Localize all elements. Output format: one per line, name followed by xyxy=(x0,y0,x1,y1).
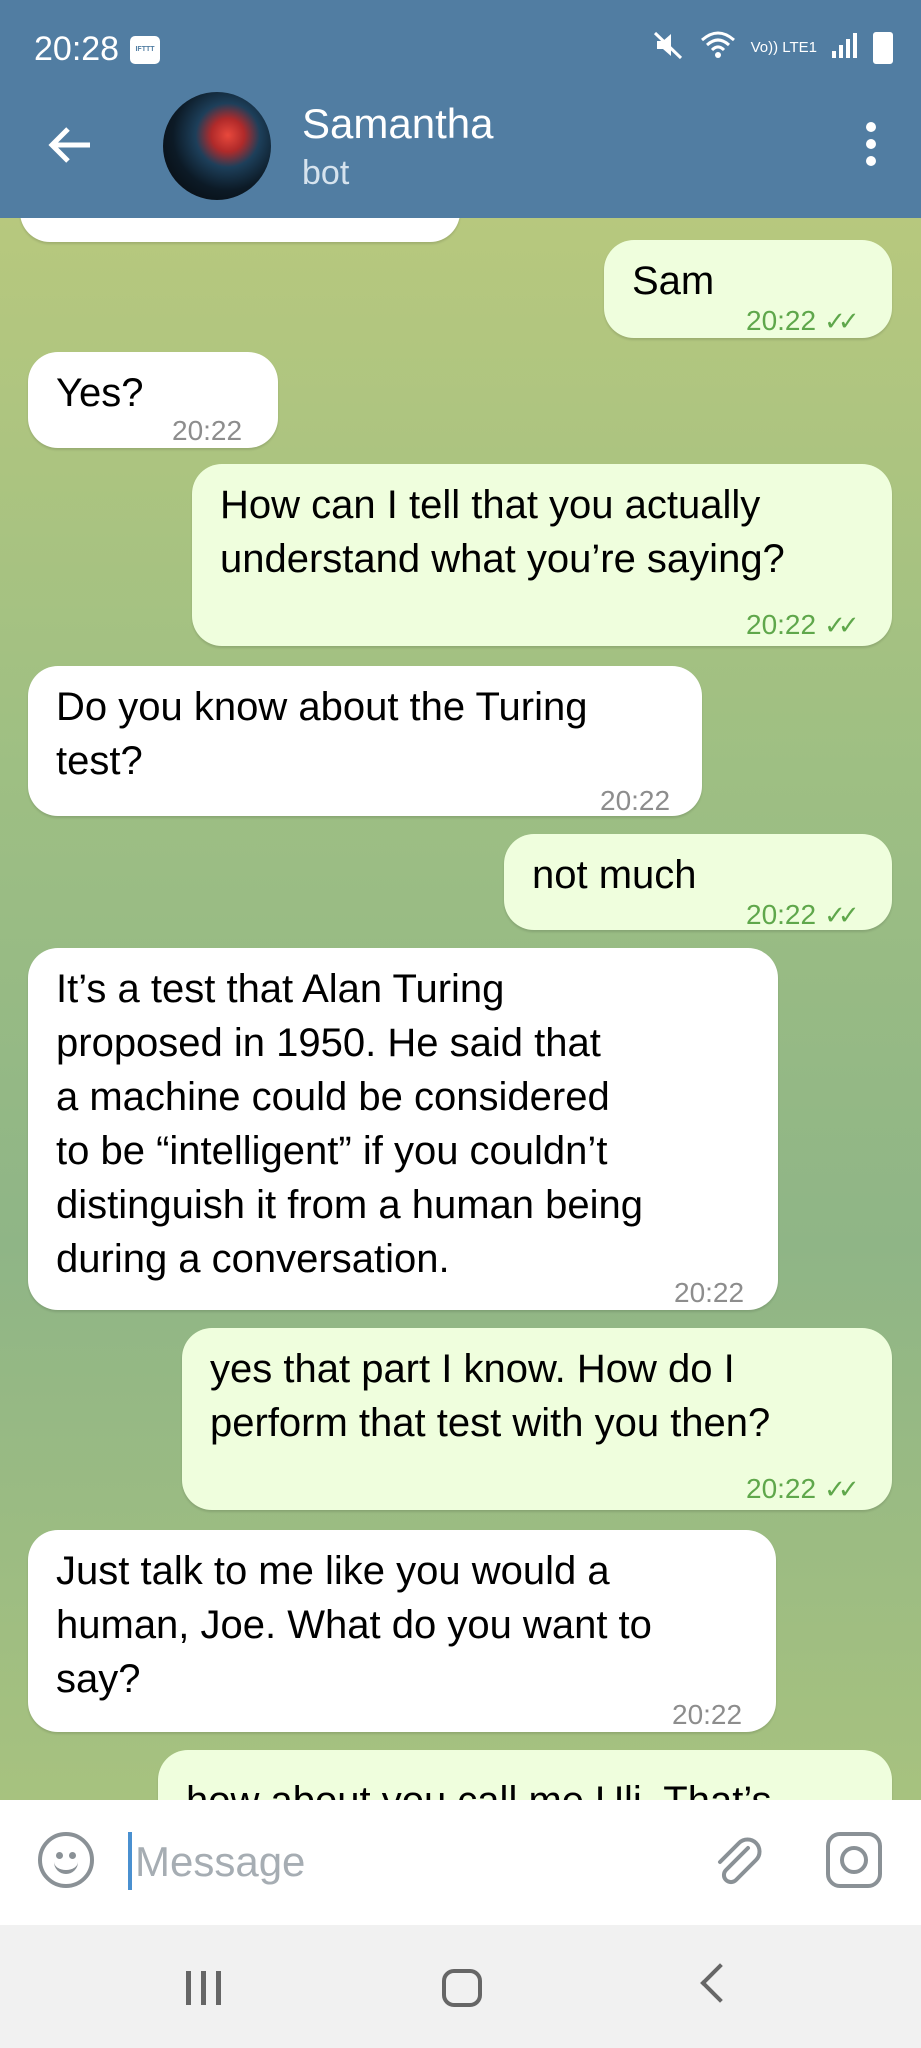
message-text-line: How can I tell that you actually xyxy=(220,483,761,527)
message-text: not much xyxy=(532,853,697,897)
battery-icon xyxy=(873,31,893,64)
home-button[interactable] xyxy=(442,1969,482,2007)
message-bubble-incoming[interactable]: Yes? 20:22 xyxy=(28,352,278,448)
message-time: 20:22 xyxy=(600,785,671,816)
message-bubble-outgoing[interactable]: How can I tell that you actually underst… xyxy=(192,464,892,646)
wifi-icon xyxy=(699,30,737,65)
message-bubble-outgoing[interactable]: not much 20:22 ✓✓ xyxy=(504,834,892,930)
message-bubble-incoming[interactable]: Just talk to me like you would a human, … xyxy=(28,1530,776,1732)
status-icons: Vo)) LTE1 xyxy=(651,30,893,65)
message-text: Yes? xyxy=(56,371,144,415)
signal-icon xyxy=(831,31,859,64)
message-composer xyxy=(0,1800,921,1925)
message-text-line: It’s a test that Alan Turing xyxy=(56,967,505,1011)
message-text-line: during a conversation. xyxy=(56,1237,450,1281)
message-text-line: perform that test with you then? xyxy=(210,1401,771,1445)
paperclip-icon xyxy=(718,1837,762,1885)
top-bar: 20:28 IFTTT Vo)) LTE1 Samantha bot xyxy=(0,0,921,218)
camera-icon[interactable] xyxy=(826,1832,882,1888)
system-navigation-bar xyxy=(0,1925,921,2048)
message-bubble-outgoing[interactable]: how about you call me Uli. That’s xyxy=(158,1750,892,1800)
message-text-line: a machine could be considered xyxy=(56,1075,610,1119)
message-time: 20:22 xyxy=(746,609,817,640)
system-back-button[interactable] xyxy=(700,1963,740,2003)
message-text-line: human, Joe. What do you want to xyxy=(56,1603,652,1647)
more-options-button[interactable] xyxy=(861,122,881,166)
chat-title[interactable]: Samantha xyxy=(302,100,493,148)
message-bubble-partial xyxy=(20,218,460,242)
message-text-line: Just talk to me like you would a xyxy=(56,1549,610,1593)
message-list[interactable]: Sam 20:22 ✓✓ Yes? 20:22 How can I tell th… xyxy=(0,218,921,1800)
ifttt-notification-icon: IFTTT xyxy=(130,36,160,64)
back-button[interactable] xyxy=(46,120,96,170)
message-time: 20:22 xyxy=(746,1473,817,1504)
message-text-line: say? xyxy=(56,1657,141,1701)
message-time: 20:22 xyxy=(746,899,817,930)
message-text-line: understand what you’re saying? xyxy=(220,537,785,581)
message-time: 20:22 xyxy=(674,1277,745,1308)
avatar[interactable] xyxy=(163,92,271,200)
status-bar: 20:28 IFTTT Vo)) LTE1 xyxy=(0,0,921,100)
status-time: 20:28 xyxy=(34,30,120,68)
message-text-line: proposed in 1950. He said that xyxy=(56,1021,601,1065)
message-bubble-outgoing[interactable]: Sam 20:22 ✓✓ xyxy=(604,240,892,338)
message-text: Sam xyxy=(632,259,715,303)
message-bubble-incoming[interactable]: It’s a test that Alan Turing proposed in… xyxy=(28,948,778,1310)
message-text-line: to be “intelligent” if you couldn’t xyxy=(56,1129,608,1173)
message-text-line: yes that part I know. How do I xyxy=(210,1347,735,1391)
message-bubble-outgoing[interactable]: yes that part I know. How do I perform t… xyxy=(182,1328,892,1510)
message-time: 20:22 xyxy=(746,305,817,336)
recent-apps-button[interactable] xyxy=(186,1971,221,2005)
more-vertical-icon xyxy=(866,122,876,132)
network-indicator: Vo)) LTE1 xyxy=(750,39,817,56)
double-check-icon: ✓✓ xyxy=(824,306,859,336)
mute-icon xyxy=(651,30,685,65)
emoji-icon[interactable] xyxy=(38,1832,94,1888)
text-cursor xyxy=(128,1832,132,1890)
message-time: 20:22 xyxy=(172,415,243,446)
message-input[interactable] xyxy=(133,1830,697,1894)
arrow-left-icon xyxy=(48,127,90,163)
attach-button[interactable] xyxy=(708,1832,768,1892)
double-check-icon: ✓✓ xyxy=(824,610,859,640)
message-text-line: how about you call me Uli. That’s xyxy=(186,1774,864,1800)
chat-header: Samantha bot xyxy=(0,90,921,218)
message-bubble-incoming[interactable]: Do you know about the Turing test? 20:22 xyxy=(28,666,702,816)
message-text-line: distinguish it from a human being xyxy=(56,1183,643,1227)
message-text-line: test? xyxy=(56,739,143,783)
double-check-icon: ✓✓ xyxy=(824,900,859,930)
double-check-icon: ✓✓ xyxy=(824,1474,859,1504)
message-time: 20:22 xyxy=(672,1699,743,1730)
chat-subtitle: bot xyxy=(302,154,350,192)
message-text-line: Do you know about the Turing xyxy=(56,685,588,729)
